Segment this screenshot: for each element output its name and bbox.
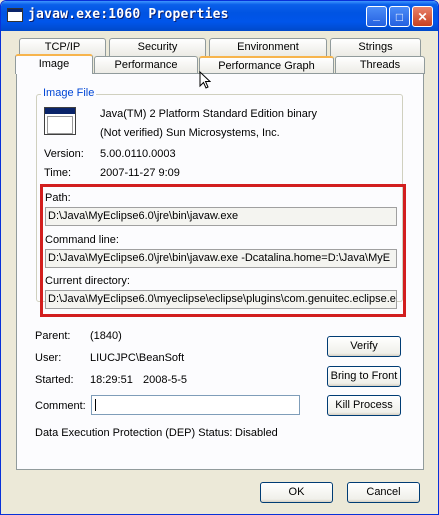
tab-label: TCP/IP	[44, 41, 81, 53]
verify-button[interactable]: Verify	[327, 336, 401, 357]
tab-environment[interactable]: Environment	[209, 38, 327, 56]
started-date: 2008-5-5	[143, 374, 188, 386]
current-directory-field[interactable]: D:\Java\MyEclipse6.0\myeclipse\eclipse\p…	[45, 290, 397, 309]
tab-strings[interactable]: Strings	[330, 38, 421, 56]
tab-label: Threads	[359, 59, 401, 71]
title-bar[interactable]: javaw.exe:1060 Properties _ □ ✕	[1, 1, 438, 31]
executable-icon	[44, 107, 76, 135]
tab-label: Security	[137, 41, 178, 53]
maximize-icon: □	[395, 9, 404, 24]
tab-label: Strings	[358, 41, 393, 53]
tab-security[interactable]: Security	[109, 38, 206, 56]
kill-process-button[interactable]: Kill Process	[327, 395, 401, 416]
button-label: OK	[288, 486, 305, 498]
dep-status-label: Data Execution Protection (DEP) Status:	[35, 427, 233, 439]
image-tab-panel: Image File Java(TM) 2 Platform Standard …	[16, 73, 424, 470]
current-directory-value: D:\Java\MyEclipse6.0\myeclipse\eclipse\p…	[48, 293, 397, 305]
tab-label: Performance Graph	[218, 60, 315, 72]
time-label: Time:	[44, 167, 72, 179]
maximize-button[interactable]: □	[389, 6, 410, 27]
group-label: Image File	[41, 87, 97, 99]
command-line-field[interactable]: D:\Java\MyEclipse6.0\jre\bin\javaw.exe -…	[45, 249, 397, 268]
button-label: Cancel	[366, 486, 401, 498]
started-label: Started:	[35, 374, 74, 386]
tab-performance-graph[interactable]: Performance Graph	[199, 56, 334, 74]
minimize-button[interactable]: _	[366, 6, 387, 27]
minimize-icon: _	[373, 7, 380, 22]
tab-image[interactable]: Image	[15, 54, 93, 74]
user-label: User:	[35, 352, 62, 364]
version-value: 5.00.0110.0003	[100, 148, 176, 160]
cancel-button[interactable]: Cancel	[347, 482, 420, 503]
path-field[interactable]: D:\Java\MyEclipse6.0\jre\bin\javaw.exe	[45, 207, 397, 226]
current-directory-label: Current directory:	[45, 275, 130, 287]
button-label: Kill Process	[335, 399, 393, 411]
parent-value: (1840)	[90, 330, 122, 342]
file-company: (Not verified) Sun Microsystems, Inc.	[100, 127, 280, 139]
bring-to-front-button[interactable]: Bring to Front	[327, 366, 401, 387]
tab-performance[interactable]: Performance	[94, 56, 198, 74]
time-value: 2007-11-27 9:09	[100, 167, 180, 179]
button-label: Verify	[350, 340, 378, 352]
parent-label: Parent:	[35, 330, 71, 342]
comment-input[interactable]	[91, 395, 300, 415]
comment-label: Comment:	[35, 400, 86, 412]
tab-label: Image	[38, 58, 70, 70]
command-line-value: D:\Java\MyEclipse6.0\jre\bin\javaw.exe -…	[48, 252, 391, 264]
tab-label: Environment	[237, 41, 299, 53]
text-caret	[95, 399, 96, 411]
file-description: Java(TM) 2 Platform Standard Edition bin…	[100, 108, 318, 120]
started-time: 18:29:51	[90, 374, 133, 386]
properties-window: javaw.exe:1060 Properties _ □ ✕ TCP/IP S…	[0, 0, 439, 515]
ok-button[interactable]: OK	[260, 482, 333, 503]
tab-threads[interactable]: Threads	[335, 56, 425, 74]
close-button[interactable]: ✕	[412, 6, 433, 27]
close-icon: ✕	[417, 9, 428, 24]
button-label: Bring to Front	[330, 370, 398, 382]
mouse-cursor-icon	[199, 71, 211, 89]
app-window-icon	[7, 8, 23, 22]
tab-label: Performance	[114, 59, 178, 71]
command-line-label: Command line:	[45, 234, 119, 246]
path-value: D:\Java\MyEclipse6.0\jre\bin\javaw.exe	[48, 210, 239, 222]
version-label: Version:	[44, 148, 84, 160]
window-title: javaw.exe:1060 Properties	[28, 7, 229, 22]
path-label: Path:	[45, 192, 71, 204]
dep-status-value: Disabled	[235, 427, 278, 439]
user-value: LIUCJPC\BeanSoft	[90, 352, 185, 364]
